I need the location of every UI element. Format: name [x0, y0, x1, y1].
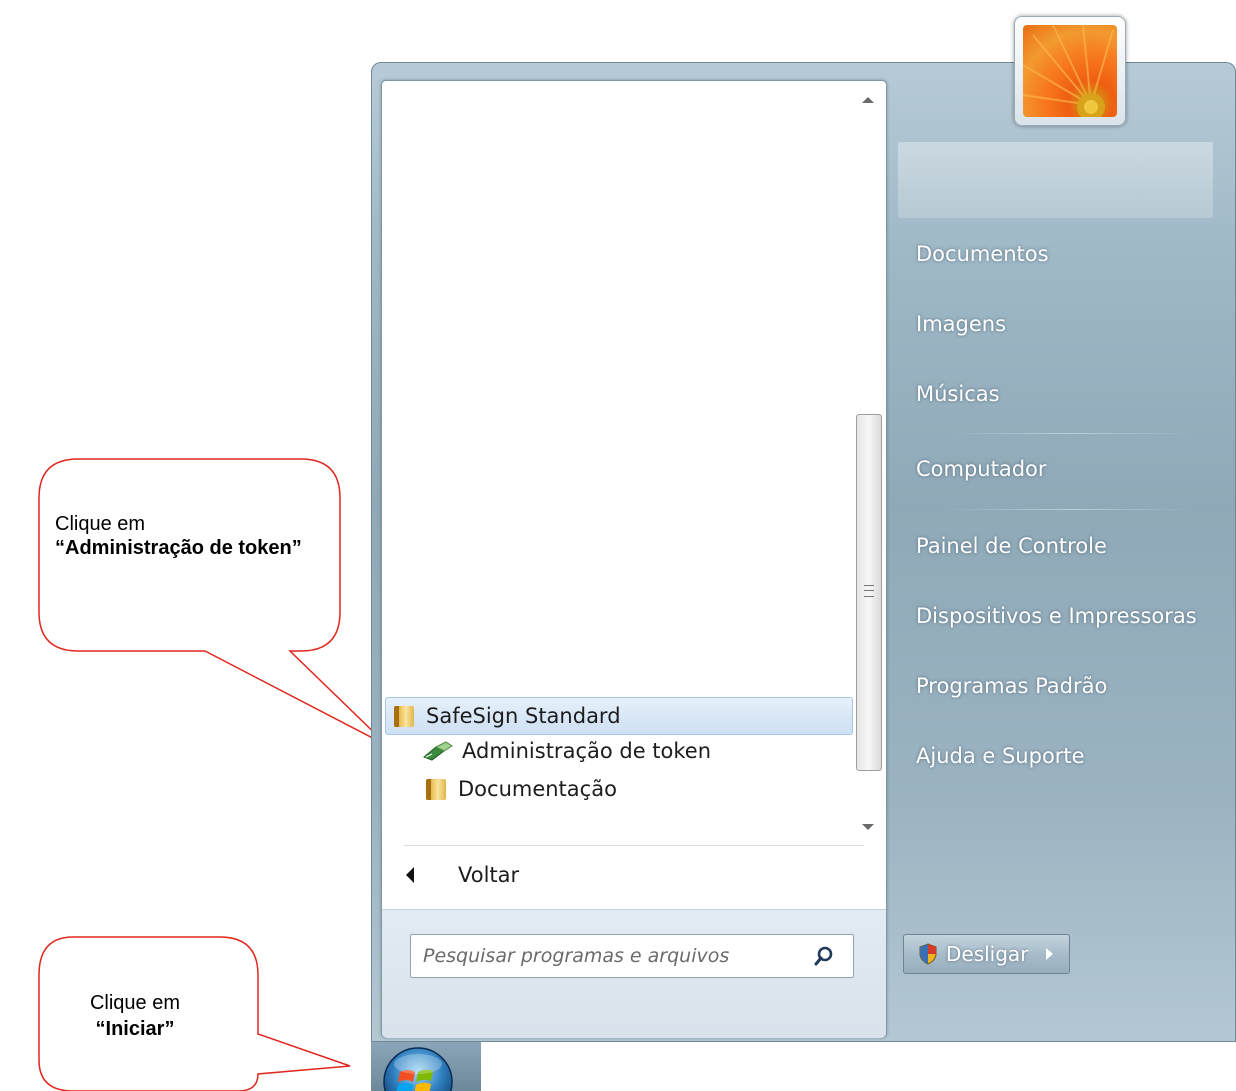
- scroll-up-arrow-icon[interactable]: [862, 97, 874, 103]
- start-button[interactable]: [378, 1044, 458, 1091]
- search-box[interactable]: [410, 934, 854, 978]
- callout-start-line2: “Iniciar”: [95, 1018, 175, 1040]
- callout-start-text: Clique em “Iniciar”: [50, 990, 220, 1042]
- shield-icon: [919, 943, 937, 965]
- divider: [946, 509, 1194, 510]
- start-menu: SafeSign Standard Administração de token…: [371, 62, 1236, 1042]
- menu-item-computer[interactable]: Computador: [916, 457, 1047, 481]
- search-input[interactable]: [421, 944, 805, 968]
- program-item-label: Administração de token: [462, 739, 712, 763]
- flower-petals: [1023, 25, 1114, 117]
- divider: [946, 433, 1194, 434]
- menu-item-devices-printers[interactable]: Dispositivos e Impressoras: [916, 604, 1197, 628]
- arrow-right-icon: [1045, 948, 1053, 960]
- token-tool-icon: [423, 741, 453, 761]
- callout-admin-line1: Clique em: [55, 513, 146, 535]
- program-item-label: Documentação: [458, 777, 617, 801]
- menu-item-help-support[interactable]: Ajuda e Suporte: [916, 744, 1085, 768]
- program-folder-label: SafeSign Standard: [426, 704, 621, 728]
- scroll-down-arrow-icon[interactable]: [862, 824, 874, 830]
- program-list-scrollbar[interactable]: [852, 81, 885, 841]
- menu-item-music[interactable]: Músicas: [916, 382, 1000, 406]
- menu-item-pictures[interactable]: Imagens: [916, 312, 1006, 336]
- back-label: Voltar: [458, 863, 520, 887]
- search-icon[interactable]: [813, 945, 835, 967]
- avatar[interactable]: [1014, 16, 1126, 126]
- shutdown-label: Desligar: [946, 942, 1029, 966]
- divider: [404, 845, 864, 846]
- program-item-token-admin[interactable]: Administração de token: [423, 733, 846, 769]
- menu-item-control-panel[interactable]: Painel de Controle: [916, 534, 1107, 558]
- program-list: SafeSign Standard Administração de token…: [382, 81, 853, 841]
- callout-admin-bubble: [38, 458, 389, 747]
- folder-icon: [394, 704, 416, 728]
- user-picture-flower-icon: [1023, 25, 1117, 117]
- user-name-area[interactable]: [898, 142, 1213, 218]
- folder-icon: [426, 777, 448, 801]
- menu-item-default-programs[interactable]: Programas Padrão: [916, 674, 1107, 698]
- shutdown-button[interactable]: Desligar: [903, 934, 1030, 974]
- program-folder-safesign[interactable]: SafeSign Standard: [385, 697, 853, 735]
- grip-icon: [864, 585, 874, 597]
- menu-item-documents[interactable]: Documentos: [916, 242, 1049, 266]
- back-button[interactable]: Voltar: [396, 853, 866, 897]
- callout-admin-line2: “Administração de token”: [55, 537, 302, 559]
- callout-admin-text: Clique em “Administração de token”: [55, 512, 315, 560]
- callout-start-line1: Clique em: [89, 992, 181, 1014]
- back-arrow-icon: [406, 867, 414, 883]
- program-item-documentation[interactable]: Documentação: [426, 771, 846, 807]
- search-area: [382, 909, 886, 1038]
- scroll-thumb[interactable]: [856, 414, 882, 771]
- shutdown-options-button[interactable]: [1029, 934, 1070, 974]
- programs-panel: SafeSign Standard Administração de token…: [381, 80, 887, 1038]
